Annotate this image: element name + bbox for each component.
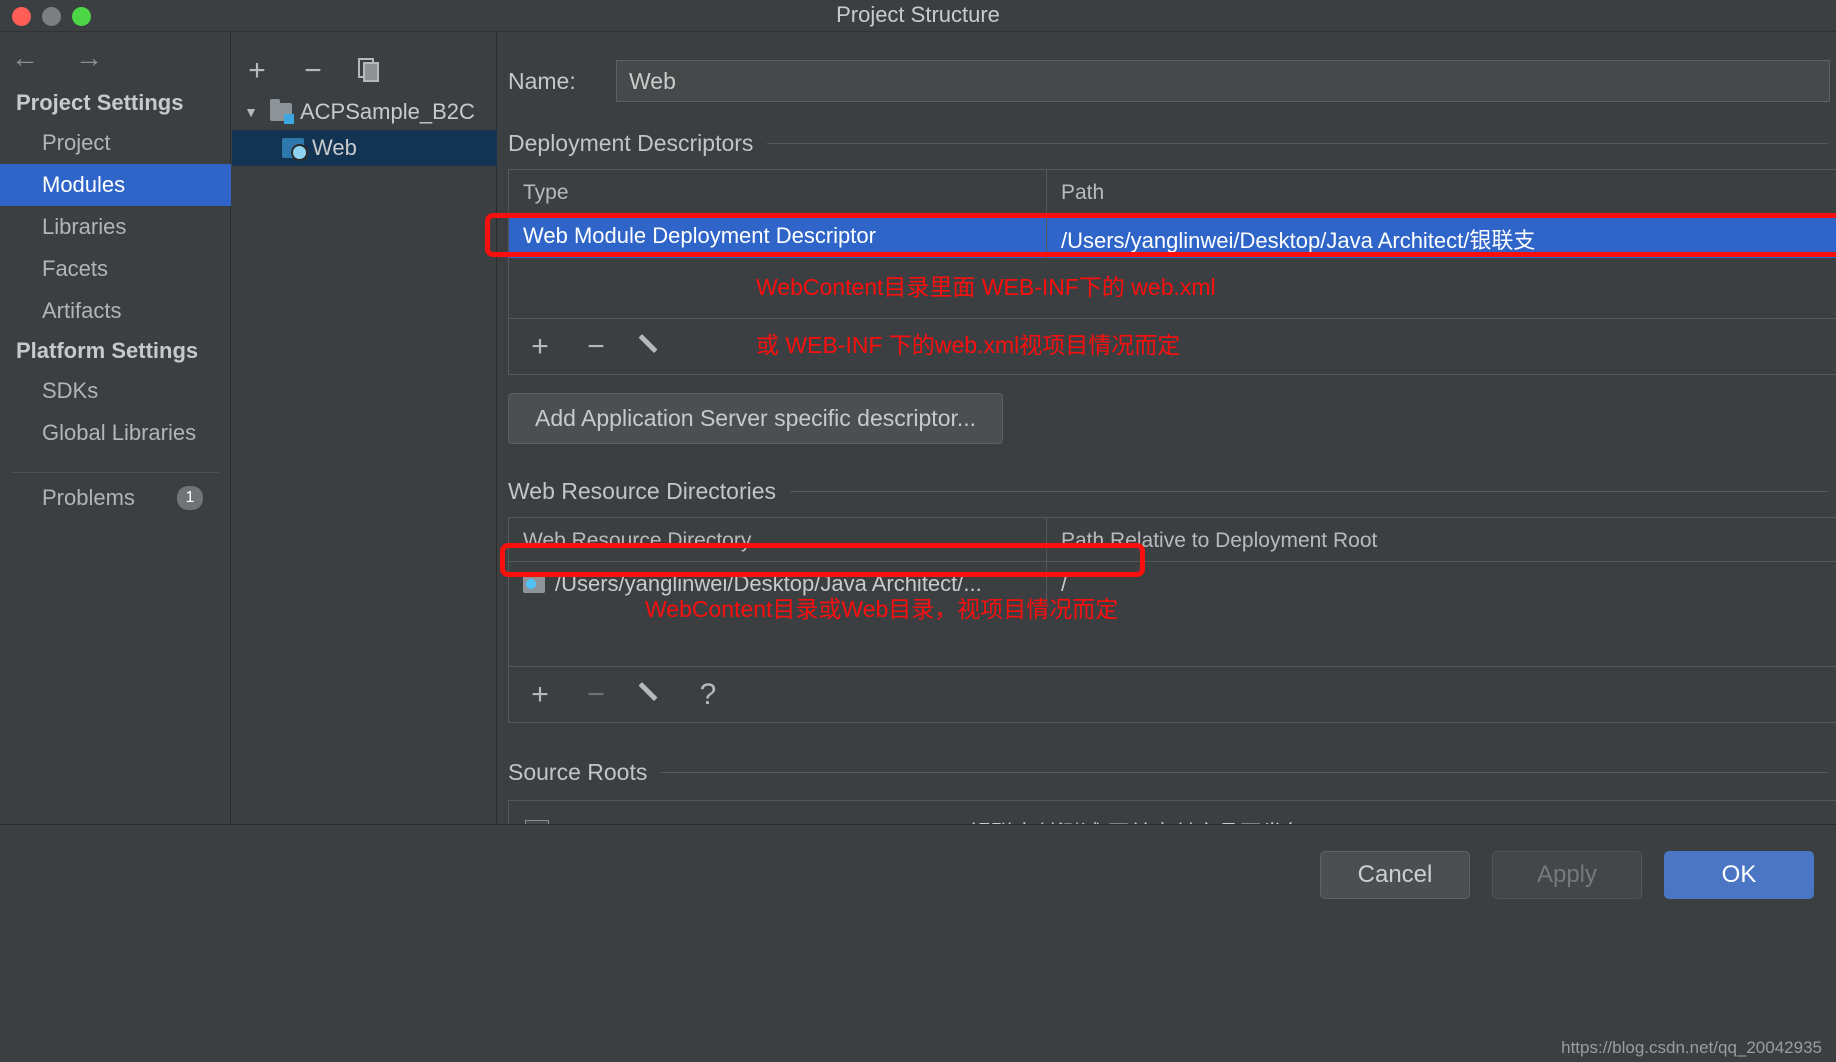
add-web-resource-icon[interactable]: + — [525, 679, 555, 710]
add-descriptor-icon[interactable]: + — [525, 331, 555, 362]
remove-web-resource-icon[interactable]: − — [581, 679, 611, 710]
sidebar-item-libraries[interactable]: Libraries — [0, 206, 231, 248]
sidebar-group-platform-settings: Platform Settings — [16, 338, 199, 363]
tree-node-acpsample[interactable]: ▼ ACPSample_B2C — [232, 94, 497, 130]
cell-descriptor-type: Web Module Deployment Descriptor — [509, 214, 1047, 258]
annotation-webcontent-dir: WebContent目录或Web目录，视项目情况而定 — [645, 596, 1119, 622]
module-tree-toolbar: + − — [242, 56, 384, 86]
module-tree-pane: + − ▼ ACPSample_B2C Web — [232, 32, 497, 824]
module-folder-icon — [270, 99, 294, 124]
annotation-webcontent-webxml: WebContent目录里面 WEB-INF下的 web.xml — [756, 274, 1216, 300]
web-resource-directories-title: Web Resource Directories — [508, 478, 777, 504]
section-divider-line — [790, 491, 1828, 492]
sidebar-item-artifacts[interactable]: Artifacts — [0, 290, 231, 332]
window-titlebar: Project Structure — [0, 0, 1836, 32]
web-resource-table-toolbar: + − ? — [509, 666, 1836, 722]
cell-descriptor-path: /Users/yanglinwei/Desktop/Java Architect… — [1047, 214, 1836, 258]
watermark-text: https://blog.csdn.net/qq_20042935 — [1561, 1038, 1822, 1057]
remove-module-icon[interactable]: − — [298, 56, 328, 86]
edit-web-resource-pencil-icon[interactable] — [637, 679, 667, 711]
table-header-row: Web Resource Directory Path Relative to … — [509, 518, 1836, 562]
window-title: Project Structure — [836, 2, 1000, 27]
remove-descriptor-icon[interactable]: − — [581, 331, 611, 362]
module-name-input[interactable]: Web — [616, 60, 1830, 102]
tree-node-web[interactable]: Web — [232, 130, 497, 166]
module-tree: ▼ ACPSample_B2C Web — [232, 94, 497, 166]
tree-node-label: ACPSample_B2C — [300, 99, 475, 124]
dialog-footer: Cancel Apply OK https://blog.csdn.net/qq… — [0, 824, 1836, 1062]
web-module-icon — [282, 138, 308, 161]
column-header-type[interactable]: Type — [509, 170, 1047, 213]
column-header-path-relative[interactable]: Path Relative to Deployment Root — [1047, 518, 1836, 561]
section-divider-line — [767, 143, 1828, 144]
sidebar-item-modules[interactable]: Modules — [0, 164, 231, 206]
back-arrow-icon[interactable]: ← — [8, 44, 42, 74]
annotation-or-webinf: 或 WEB-INF 下的web.xml视项目情况而定 — [756, 332, 1181, 358]
problems-label: Problems — [42, 485, 135, 510]
folder-icon — [523, 575, 545, 593]
copy-module-icon[interactable] — [354, 56, 384, 86]
sidebar-item-problems[interactable]: Problems 1 — [0, 473, 231, 511]
cancel-button[interactable]: Cancel — [1320, 851, 1470, 899]
deployment-descriptors-title: Deployment Descriptors — [508, 130, 754, 156]
source-roots-title: Source Roots — [508, 759, 648, 785]
settings-sidebar: ← → Project Settings Project Modules Lib… — [0, 32, 231, 919]
ok-button[interactable]: OK — [1664, 851, 1814, 899]
chevron-down-icon[interactable]: ▼ — [240, 104, 262, 120]
add-module-icon[interactable]: + — [242, 56, 272, 86]
source-roots-header: Source Roots — [508, 759, 1836, 786]
dialog-buttons: Cancel Apply OK — [1320, 851, 1814, 899]
tree-node-label: Web — [312, 135, 357, 160]
forward-arrow-icon[interactable]: → — [72, 44, 106, 74]
edit-descriptor-pencil-icon[interactable] — [637, 331, 667, 363]
web-resource-help-icon[interactable]: ? — [693, 679, 723, 710]
add-app-server-descriptor-button[interactable]: Add Application Server specific descript… — [508, 393, 1004, 444]
module-settings-panel: Name: Web Deployment Descriptors Type Pa… — [498, 32, 1836, 864]
sidebar-item-project[interactable]: Project — [0, 122, 231, 164]
section-divider-line — [661, 772, 1828, 773]
name-label: Name: — [508, 67, 576, 94]
cell-path-relative: / — [1047, 562, 1836, 606]
project-structure-dialog: Project Structure ← → Project Settings P… — [0, 0, 1836, 1062]
deployment-descriptors-header: Deployment Descriptors — [508, 130, 1836, 157]
problems-count-badge: 1 — [177, 486, 203, 510]
sidebar-item-facets[interactable]: Facets — [0, 248, 231, 290]
sidebar-nav-arrows: ← → — [8, 44, 106, 74]
module-name-row: Name: Web — [508, 60, 1836, 102]
column-header-web-resource-directory[interactable]: Web Resource Directory — [509, 518, 1047, 561]
table-row[interactable]: Web Module Deployment Descriptor /Users/… — [509, 214, 1836, 258]
sidebar-item-sdks[interactable]: SDKs — [0, 370, 231, 412]
apply-button[interactable]: Apply — [1492, 851, 1642, 899]
table-header-row: Type Path — [509, 170, 1836, 214]
column-header-path[interactable]: Path — [1047, 170, 1836, 213]
sidebar-item-global-libraries[interactable]: Global Libraries — [0, 412, 231, 454]
sidebar-group-project-settings: Project Settings — [16, 90, 184, 115]
web-resource-directories-header: Web Resource Directories — [508, 478, 1836, 505]
